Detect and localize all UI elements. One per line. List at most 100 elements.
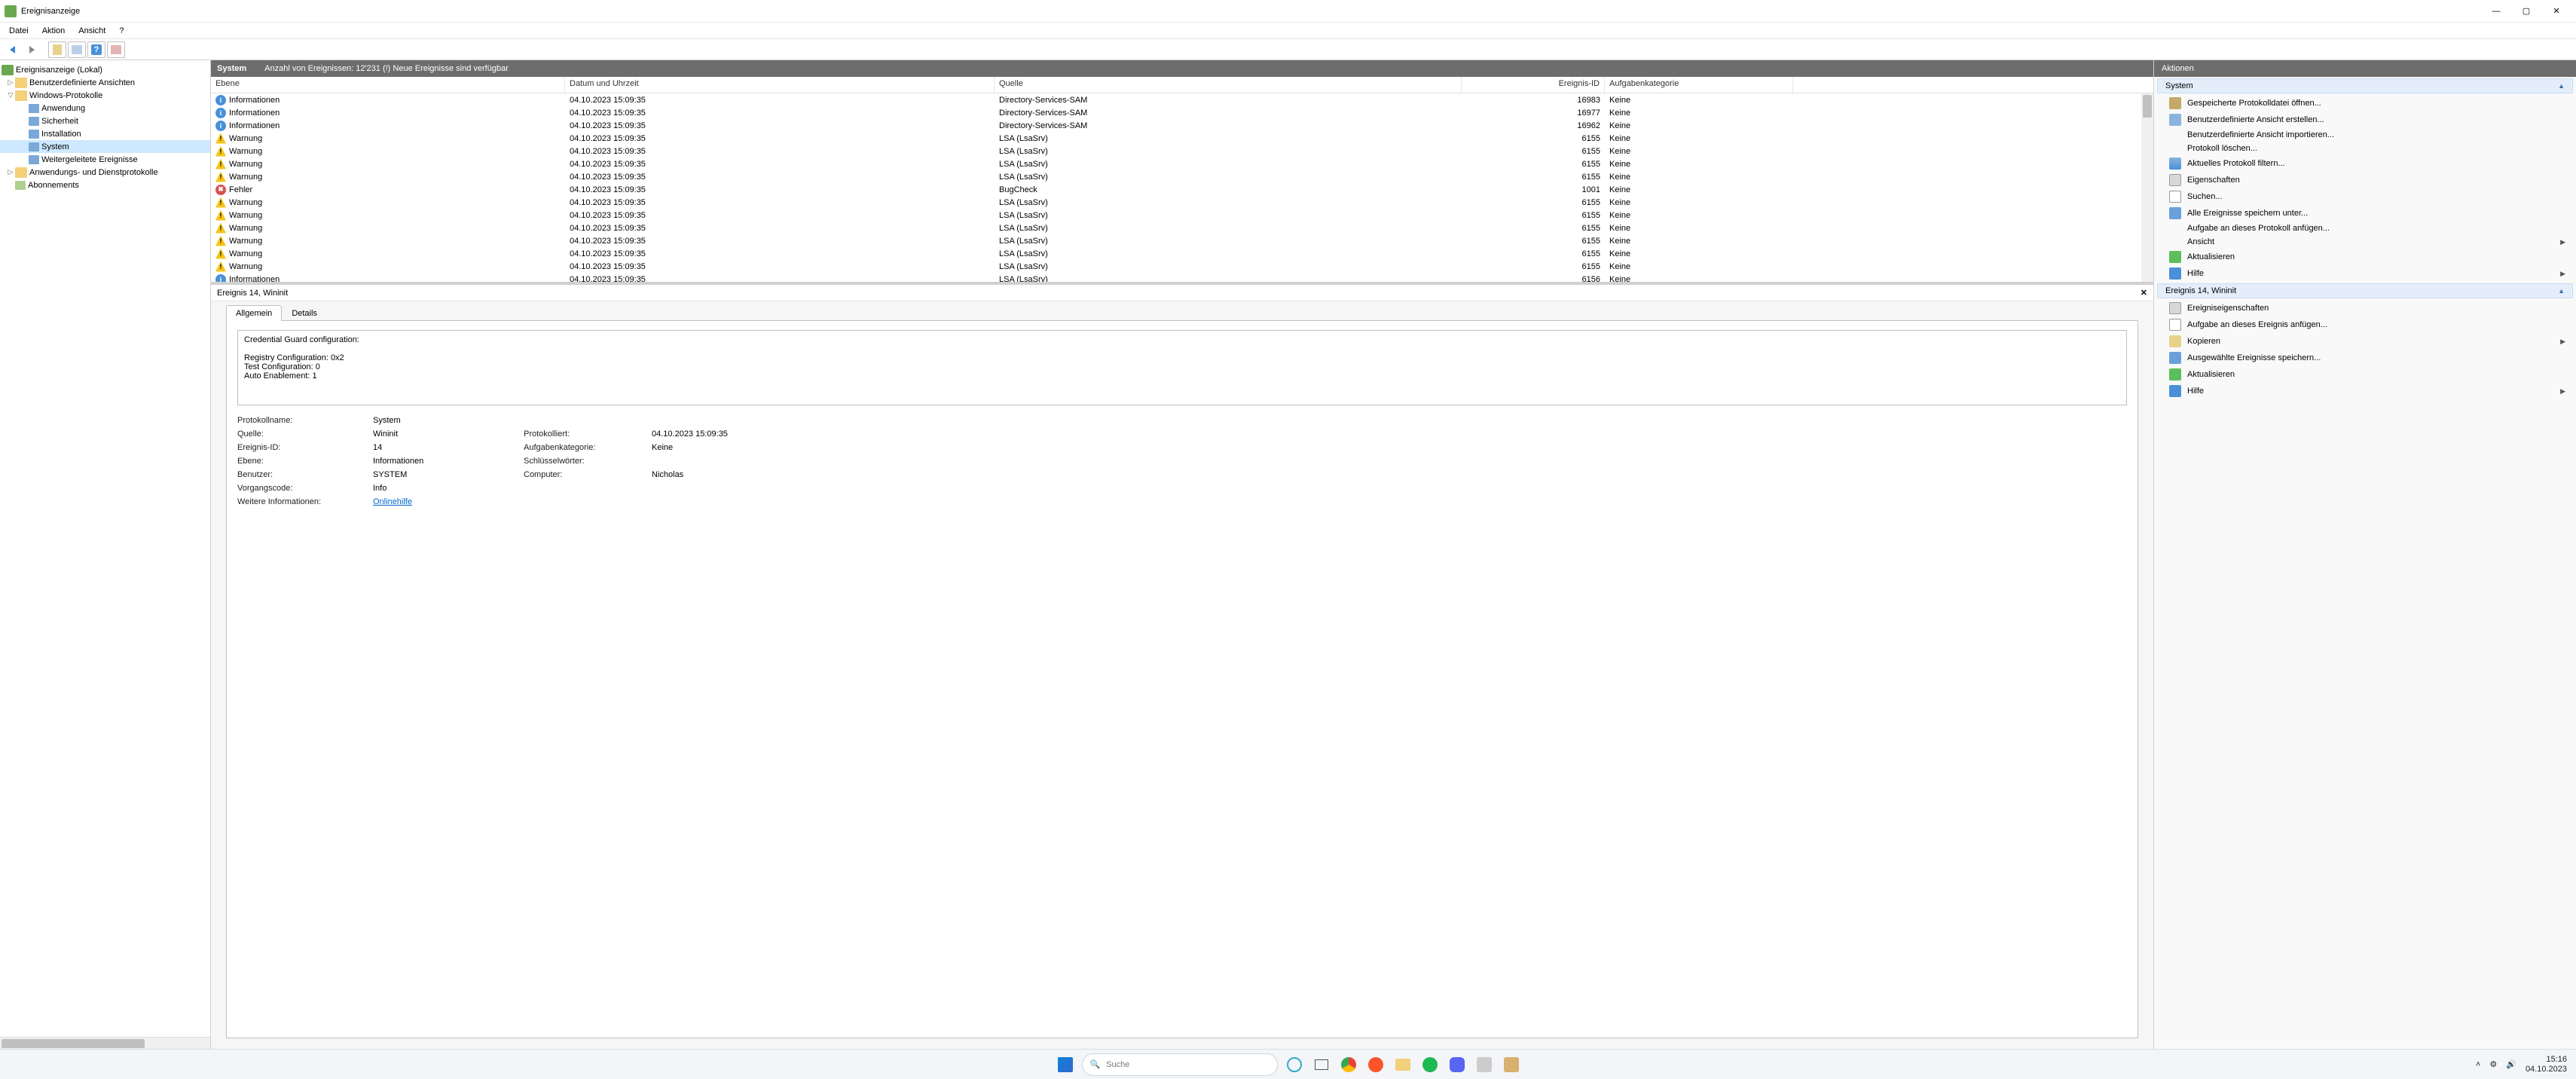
action-item[interactable]: Aktualisieren [2157,249,2573,265]
tree-log-setup[interactable]: Installation [0,127,210,140]
event-row[interactable]: !Warnung04.10.2023 15:09:35LSA (LsaSrv)6… [211,145,2153,157]
action-item[interactable]: Gespeicherte Protokolldatei öffnen... [2157,95,2573,112]
tree-horizontal-scrollbar[interactable] [0,1037,210,1049]
maximize-button[interactable]: ▢ [2511,0,2541,23]
window-title: Ereignisanzeige [21,7,2481,16]
event-row[interactable]: !Warnung04.10.2023 15:09:35LSA (LsaSrv)6… [211,234,2153,247]
event-row[interactable]: iInformationen04.10.2023 15:09:35Directo… [211,93,2153,106]
close-button[interactable]: ✕ [2541,0,2571,23]
event-row[interactable]: !Warnung04.10.2023 15:09:35LSA (LsaSrv)6… [211,170,2153,183]
collapse-icon[interactable]: ▽ [6,91,15,99]
event-row[interactable]: iInformationen04.10.2023 15:09:35LSA (Ls… [211,273,2153,282]
app-chrome[interactable] [1338,1054,1359,1075]
toolbar-help-button[interactable]: ? [87,41,105,58]
nav-back-button[interactable] [3,41,21,58]
action-item[interactable]: Ereigniseigenschaften [2157,300,2573,316]
action-item[interactable]: Aufgabe an dieses Protokoll anfügen... [2157,222,2573,235]
action-item[interactable]: Hilfe▶ [2157,265,2573,282]
taskbar-search[interactable]: 🔍Suche [1082,1053,1278,1076]
action-item[interactable]: Ansicht▶ [2157,235,2573,249]
log-header: System Anzahl von Ereignissen: 12'231 (!… [211,60,2153,77]
tab-general[interactable]: Allgemein [226,305,282,321]
grid-vertical-scrollbar[interactable] [2141,93,2153,282]
volume-icon[interactable]: 🔊 [2506,1059,2516,1069]
tree-custom-views[interactable]: ▷Benutzerdefinierte Ansichten [0,76,210,89]
app-explorer[interactable] [1392,1054,1413,1075]
event-row[interactable]: ✖Fehler04.10.2023 15:09:35BugCheck1001Ke… [211,183,2153,196]
tree-log-security[interactable]: Sicherheit [0,115,210,127]
tray-overflow-icon[interactable]: ˄ [2476,1060,2480,1069]
menu-action[interactable]: Aktion [36,25,72,37]
detail-close-button[interactable]: ✕ [2141,288,2147,298]
action-item[interactable]: Suchen... [2157,188,2573,205]
toolbar-button-2[interactable] [68,41,86,58]
action-item[interactable]: Alle Ereignisse speichern unter... [2157,205,2573,222]
toolbar-button-3[interactable] [107,41,125,58]
event-row[interactable]: !Warnung04.10.2023 15:09:35LSA (LsaSrv)6… [211,132,2153,145]
action-item[interactable]: Aufgabe an dieses Ereignis anfügen... [2157,316,2573,333]
warn-icon: ! [215,197,226,208]
col-level[interactable]: Ebene [211,77,565,93]
scrollbar-thumb[interactable] [2143,95,2152,118]
event-row[interactable]: !Warnung04.10.2023 15:09:35LSA (LsaSrv)6… [211,222,2153,234]
tree-windows-logs[interactable]: ▽Windows-Protokolle [0,89,210,102]
menu-help[interactable]: ? [113,25,130,37]
app-discord[interactable] [1447,1054,1468,1075]
action-item[interactable]: Protokoll löschen... [2157,142,2573,155]
col-eventid[interactable]: Ereignis-ID [1462,77,1605,93]
tab-details[interactable]: Details [282,305,327,321]
event-row[interactable]: !Warnung04.10.2023 15:09:35LSA (LsaSrv)6… [211,247,2153,260]
app-brave[interactable] [1365,1054,1386,1075]
start-button[interactable] [1055,1054,1076,1075]
tree-root[interactable]: Ereignisanzeige (Lokal) [0,63,210,76]
app-generic-1[interactable] [1474,1054,1495,1075]
copilot-button[interactable] [1284,1054,1305,1075]
action-item[interactable]: Benutzerdefinierte Ansicht importieren..… [2157,128,2573,142]
tree-subscriptions[interactable]: Abonnements [0,179,210,191]
event-row[interactable]: iInformationen04.10.2023 15:09:35Directo… [211,119,2153,132]
tree-log-system[interactable]: System [0,140,210,153]
online-help-link[interactable]: Onlinehilfe [373,497,524,506]
action-item[interactable]: Benutzerdefinierte Ansicht erstellen... [2157,112,2573,128]
nav-forward-button[interactable] [23,41,41,58]
event-row[interactable]: !Warnung04.10.2023 15:09:35LSA (LsaSrv)6… [211,157,2153,170]
col-category[interactable]: Aufgabenkategorie [1605,77,1793,93]
actions-group-system[interactable]: System▲ [2157,78,2573,93]
event-row[interactable]: iInformationen04.10.2023 15:09:35Directo… [211,106,2153,119]
col-source[interactable]: Quelle [995,77,1462,93]
expand-icon[interactable]: ▷ [6,78,15,87]
action-item[interactable]: Aktualisieren [2157,366,2573,383]
col-datetime[interactable]: Datum und Uhrzeit [565,77,995,93]
action-item[interactable]: Ausgewählte Ereignisse speichern... [2157,350,2573,366]
actions-group-event[interactable]: Ereignis 14, Wininit▲ [2157,283,2573,298]
tree-log-forwarded[interactable]: Weitergeleitete Ereignisse [0,153,210,166]
menu-file[interactable]: Datei [3,25,35,37]
task-view-button[interactable] [1311,1054,1332,1075]
minimize-button[interactable]: — [2481,0,2511,23]
event-message[interactable]: Credential Guard configuration: Registry… [237,330,2127,405]
event-row[interactable]: !Warnung04.10.2023 15:09:35LSA (LsaSrv)6… [211,209,2153,222]
warn-icon: ! [215,172,226,182]
tree-log-application[interactable]: Anwendung [0,102,210,115]
action-item[interactable]: Aktuelles Protokoll filtern... [2157,155,2573,172]
menu-view[interactable]: Ansicht [72,25,112,37]
action-item[interactable]: Hilfe▶ [2157,383,2573,399]
grid-body[interactable]: iInformationen04.10.2023 15:09:35Directo… [211,93,2153,282]
action-item[interactable]: Kopieren▶ [2157,333,2573,350]
app-generic-2[interactable] [1501,1054,1522,1075]
tree-app-service-logs[interactable]: ▷Anwendungs- und Dienstprotokolle [0,166,210,179]
expand-icon[interactable]: ▷ [6,168,15,176]
action-item[interactable]: Eigenschaften [2157,172,2573,188]
event-row[interactable]: !Warnung04.10.2023 15:09:35LSA (LsaSrv)6… [211,260,2153,273]
event-row[interactable]: !Warnung04.10.2023 15:09:35LSA (LsaSrv)6… [211,196,2153,209]
app-spotify[interactable] [1419,1054,1441,1075]
toolbar-button-1[interactable] [48,41,66,58]
scrollbar-thumb[interactable] [2,1039,145,1048]
chrome-icon [1341,1057,1356,1072]
taskbar[interactable]: 🔍Suche ˄ ⚙ 🔊 15:16 04.10.2023 [0,1049,2576,1079]
network-icon[interactable]: ⚙ [2489,1059,2497,1069]
system-tray[interactable]: ˄ ⚙ 🔊 15:16 04.10.2023 [2476,1055,2567,1073]
help-icon [2169,267,2181,280]
taskbar-clock[interactable]: 15:16 04.10.2023 [2526,1055,2567,1073]
navigation-tree[interactable]: Ereignisanzeige (Lokal) ▷Benutzerdefinie… [0,60,211,1049]
